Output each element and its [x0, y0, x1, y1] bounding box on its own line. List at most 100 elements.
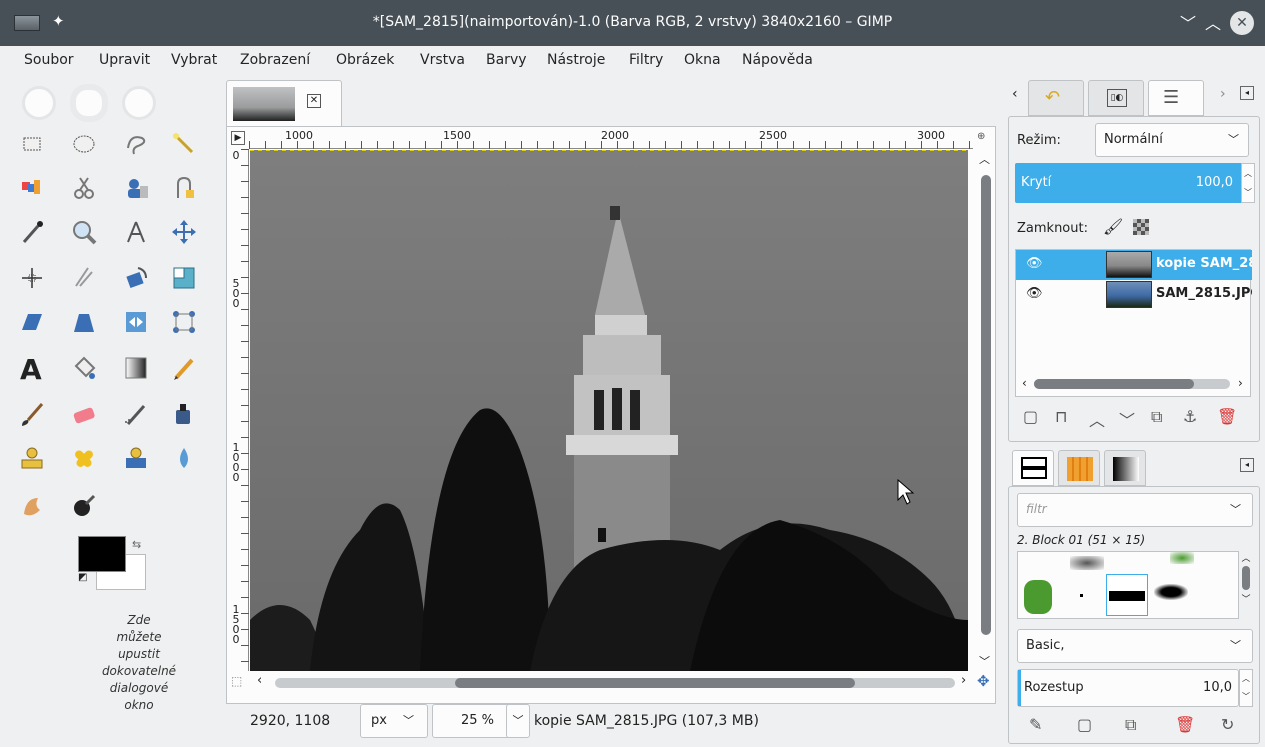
- horizontal-ruler[interactable]: 1000 1500 2000 2500 3000: [249, 127, 973, 149]
- ink-icon[interactable]: [168, 398, 200, 430]
- scissors-select-icon[interactable]: [68, 172, 100, 204]
- scale-icon[interactable]: [168, 262, 200, 294]
- flip-icon[interactable]: [120, 306, 152, 338]
- edit-brush-icon[interactable]: ✎: [1029, 715, 1042, 734]
- vertical-scroll-thumb[interactable]: [981, 175, 991, 635]
- duplicate-layer-icon[interactable]: ⧉: [1151, 407, 1162, 427]
- gradient-icon[interactable]: [120, 352, 152, 384]
- maximize-button[interactable]: ︿: [1205, 10, 1221, 34]
- lock-pixels-icon[interactable]: 🖌: [1103, 217, 1123, 236]
- anchor-layer-icon[interactable]: ⚓: [1183, 407, 1197, 426]
- layer-row-selected[interactable]: 👁 kopie SAM_2815.JPG: [1016, 250, 1252, 280]
- zoom-on-resize-icon[interactable]: ⊕: [977, 131, 985, 142]
- refresh-brushes-icon[interactable]: ↻: [1221, 715, 1234, 734]
- blur-icon[interactable]: [168, 442, 200, 474]
- duplicate-brush-icon[interactable]: ⧉: [1125, 715, 1136, 735]
- menu-barvy[interactable]: Barvy: [486, 52, 527, 68]
- rect-select-icon[interactable]: [16, 128, 48, 160]
- menu-vybrat[interactable]: Vybrat: [171, 52, 217, 68]
- brush-tag-select[interactable]: Basic, ﹀: [1017, 629, 1253, 663]
- tab-undo-history[interactable]: ↶: [1028, 80, 1084, 116]
- quick-mask-menu-icon[interactable]: ▶: [231, 131, 245, 145]
- dock-scroll-left-icon[interactable]: ‹: [1012, 86, 1018, 102]
- menu-obrazek[interactable]: Obrázek: [336, 52, 394, 68]
- pencil-icon[interactable]: [168, 352, 200, 384]
- minimize-button[interactable]: ﹀: [1180, 10, 1196, 34]
- horizontal-scroll-thumb[interactable]: [455, 678, 855, 688]
- delete-brush-icon[interactable]: 🗑: [1175, 715, 1195, 734]
- scroll-right-icon[interactable]: ›: [961, 673, 966, 688]
- brush-pepper[interactable]: [1024, 580, 1052, 614]
- heal-icon[interactable]: [68, 442, 100, 474]
- lock-alpha-icon[interactable]: [1133, 219, 1149, 235]
- tab-close-icon[interactable]: ✕: [307, 94, 321, 108]
- rotate-icon[interactable]: [120, 262, 152, 294]
- quick-mask-toggle-icon[interactable]: ⬚: [231, 674, 242, 688]
- opacity-slider[interactable]: Krytí 100,0: [1015, 163, 1241, 203]
- visibility-eye-icon[interactable]: 👁: [1026, 286, 1043, 301]
- menu-filtry[interactable]: Filtry: [629, 52, 663, 68]
- airbrush-icon[interactable]: [120, 398, 152, 430]
- menu-zobrazeni[interactable]: Zobrazení: [240, 52, 310, 68]
- tab-brushes[interactable]: [1012, 450, 1054, 486]
- fg-bg-colors[interactable]: ⇆ ◩: [78, 536, 148, 592]
- new-layer-icon[interactable]: ▢: [1023, 407, 1038, 426]
- transform-icon[interactable]: [68, 262, 100, 294]
- menu-upravit[interactable]: Upravit: [99, 52, 150, 68]
- ellipse-select-icon[interactable]: [68, 128, 100, 160]
- color-picker-icon[interactable]: [16, 216, 48, 248]
- align-icon[interactable]: [16, 262, 48, 294]
- menu-vrstva[interactable]: Vrstva: [420, 52, 465, 68]
- brush-spacing-slider[interactable]: Rozestup 10,0: [1017, 669, 1239, 707]
- raise-layer-icon[interactable]: ︿: [1089, 407, 1105, 431]
- paths-icon[interactable]: [168, 172, 200, 204]
- brush-leaves[interactable]: [1170, 552, 1194, 564]
- paintbrush-icon[interactable]: [16, 398, 48, 430]
- brush-grid-scrollbar[interactable]: ︿ ﹀: [1239, 551, 1253, 619]
- new-layer-group-icon[interactable]: ⊓: [1055, 407, 1067, 426]
- perspective-icon[interactable]: [68, 306, 100, 338]
- zoom-dropdown[interactable]: ﹀: [506, 704, 530, 738]
- spacing-spinner[interactable]: ︿ ﹀: [1239, 669, 1253, 707]
- dock-scroll-right-icon[interactable]: ›: [1220, 86, 1226, 102]
- visibility-eye-icon[interactable]: 👁: [1026, 256, 1043, 271]
- brush-soft-ellipse[interactable]: [1154, 584, 1188, 600]
- dodge-burn-icon[interactable]: [68, 490, 100, 522]
- tab-gradients[interactable]: [1104, 450, 1146, 486]
- wilber-logo[interactable]: [22, 80, 182, 122]
- brush-filter-input[interactable]: filtr ﹀: [1017, 493, 1253, 527]
- close-button[interactable]: ✕: [1230, 11, 1254, 35]
- vertical-ruler[interactable]: 0 500 1000 1500: [227, 149, 249, 671]
- brush-grid[interactable]: [1017, 551, 1239, 619]
- foreground-select-icon[interactable]: [120, 172, 152, 204]
- dock-menu-icon-2[interactable]: ◂: [1240, 458, 1254, 472]
- shear-icon[interactable]: [16, 306, 48, 338]
- measure-icon[interactable]: [120, 216, 152, 248]
- menu-napoveda[interactable]: Nápověda: [742, 52, 813, 68]
- vertical-scrollbar[interactable]: ︿ ﹀: [973, 149, 995, 671]
- perspective-clone-icon[interactable]: [120, 442, 152, 474]
- bucket-fill-icon[interactable]: [68, 352, 100, 384]
- default-colors-icon[interactable]: ◩: [78, 572, 87, 583]
- eraser-icon[interactable]: [68, 398, 100, 430]
- layer-mode-select[interactable]: Normální ﹀: [1095, 123, 1249, 157]
- horizontal-scrollbar[interactable]: ⬚ ‹ › ✥: [231, 671, 990, 693]
- layer-row[interactable]: 👁 SAM_2815.JPG: [1016, 280, 1252, 310]
- foreground-color-swatch[interactable]: [78, 536, 126, 572]
- delete-layer-icon[interactable]: 🗑: [1217, 407, 1237, 426]
- scroll-left-icon[interactable]: ‹: [257, 673, 262, 688]
- zoom-icon[interactable]: [68, 216, 100, 248]
- menu-okna[interactable]: Okna: [684, 52, 721, 68]
- brush-block-selected[interactable]: [1106, 574, 1148, 616]
- fuzzy-select-icon[interactable]: [168, 128, 200, 160]
- menu-soubor[interactable]: Soubor: [24, 52, 74, 68]
- cage-transform-icon[interactable]: [168, 306, 200, 338]
- menu-nastroje[interactable]: Nástroje: [547, 52, 605, 68]
- brush-splatter[interactable]: [1070, 556, 1104, 570]
- tab-patterns[interactable]: [1058, 450, 1100, 486]
- tab-layers[interactable]: ☰: [1148, 80, 1204, 116]
- dock-menu-icon[interactable]: ◂: [1240, 86, 1254, 100]
- canvas-image[interactable]: [250, 150, 968, 671]
- image-tab[interactable]: ✕: [226, 80, 342, 126]
- navigate-icon[interactable]: ✥: [977, 672, 990, 690]
